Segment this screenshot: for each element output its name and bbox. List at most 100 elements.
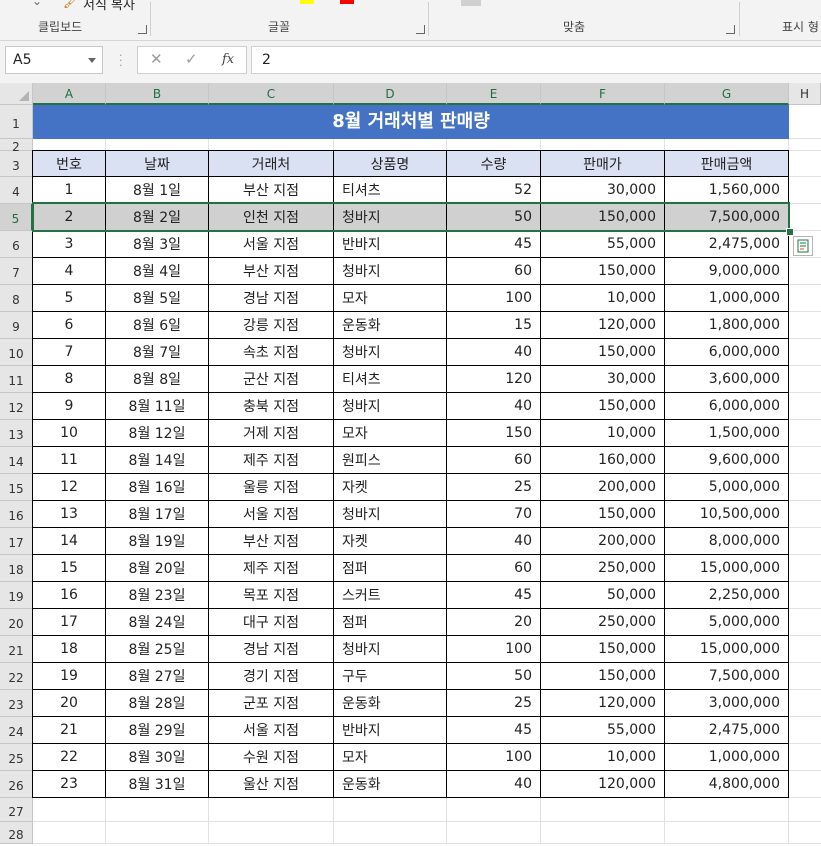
table-cell[interactable]: 부산 지점 xyxy=(208,527,334,555)
table-cell[interactable]: 60 xyxy=(446,257,541,285)
table-cell[interactable]: 16 xyxy=(32,581,106,609)
table-cell[interactable]: 150,000 xyxy=(540,500,665,528)
sheet-title[interactable]: 8월 거래처별 판매량 xyxy=(33,105,789,139)
row-header-1[interactable]: 1 xyxy=(0,105,33,139)
table-cell[interactable]: 50 xyxy=(446,662,541,690)
table-cell[interactable]: 160,000 xyxy=(540,446,665,474)
row-header-16[interactable]: 16 xyxy=(0,501,33,528)
table-cell[interactable]: 자켓 xyxy=(333,473,447,501)
table-cell[interactable]: 45 xyxy=(446,230,541,258)
table-cell[interactable]: 모자 xyxy=(333,419,447,447)
row-header-6[interactable]: 6 xyxy=(0,231,33,258)
more-icon[interactable]: · · · xyxy=(119,50,123,71)
table-cell[interactable]: 6,000,000 xyxy=(664,392,789,420)
column-header-f[interactable]: F xyxy=(541,83,665,105)
table-cell[interactable]: 250,000 xyxy=(540,554,665,582)
row-header-14[interactable]: 14 xyxy=(0,447,33,474)
table-cell[interactable]: 60 xyxy=(446,446,541,474)
table-cell[interactable]: 3 xyxy=(32,230,106,258)
table-cell[interactable]: 45 xyxy=(446,581,541,609)
table-cell[interactable]: 구두 xyxy=(333,662,447,690)
row-header-3[interactable]: 3 xyxy=(0,151,33,177)
table-cell[interactable]: 1,000,000 xyxy=(664,743,789,771)
table-cell[interactable]: 8월 11일 xyxy=(105,392,209,420)
table-cell[interactable]: 200,000 xyxy=(540,527,665,555)
table-cell[interactable]: 3,000,000 xyxy=(664,689,789,717)
clipboard-launcher-icon[interactable] xyxy=(138,25,147,34)
quick-analysis-icon[interactable] xyxy=(793,236,813,256)
table-cell[interactable]: 거제 지점 xyxy=(208,419,334,447)
table-cell[interactable]: 40 xyxy=(446,338,541,366)
row-header-23[interactable]: 23 xyxy=(0,690,33,717)
table-cell[interactable]: 울릉 지점 xyxy=(208,473,334,501)
table-cell[interactable]: 원피스 xyxy=(333,446,447,474)
table-cell[interactable]: 1 xyxy=(32,176,106,204)
name-box[interactable]: A5 xyxy=(5,46,103,74)
table-cell[interactable]: 8월 25일 xyxy=(105,635,209,663)
row-header-18[interactable]: 18 xyxy=(0,555,33,582)
table-cell[interactable]: 50 xyxy=(446,203,541,231)
row-header-10[interactable]: 10 xyxy=(0,339,33,366)
header-cell[interactable]: 날짜 xyxy=(105,150,209,177)
table-cell[interactable]: 8월 16일 xyxy=(105,473,209,501)
table-cell[interactable]: 17 xyxy=(32,608,106,636)
table-cell[interactable]: 8월 1일 xyxy=(105,176,209,204)
align-center-button[interactable] xyxy=(461,0,481,6)
table-cell[interactable]: 1,500,000 xyxy=(664,419,789,447)
table-cell[interactable]: 자켓 xyxy=(333,527,447,555)
table-cell[interactable]: 5,000,000 xyxy=(664,473,789,501)
row-header-24[interactable]: 24 xyxy=(0,717,33,744)
table-cell[interactable]: 20 xyxy=(446,608,541,636)
table-cell[interactable]: 10,000 xyxy=(540,284,665,312)
table-cell[interactable]: 10,500,000 xyxy=(664,500,789,528)
table-cell[interactable]: 13 xyxy=(32,500,106,528)
table-cell[interactable]: 군포 지점 xyxy=(208,689,334,717)
chevron-down-icon[interactable]: ⌄ xyxy=(32,0,42,8)
table-cell[interactable]: 8월 29일 xyxy=(105,716,209,744)
table-cell[interactable]: 150,000 xyxy=(540,338,665,366)
table-cell[interactable]: 8월 30일 xyxy=(105,743,209,771)
table-cell[interactable]: 150,000 xyxy=(540,635,665,663)
formula-input[interactable]: 2 xyxy=(251,46,821,74)
table-cell[interactable]: 8,000,000 xyxy=(664,527,789,555)
table-cell[interactable]: 3,600,000 xyxy=(664,365,789,393)
table-cell[interactable]: 7,500,000 xyxy=(664,662,789,690)
table-cell[interactable]: 청바지 xyxy=(333,257,447,285)
table-cell[interactable]: 120,000 xyxy=(540,311,665,339)
alignment-launcher-icon[interactable] xyxy=(726,25,735,34)
table-cell[interactable]: 30,000 xyxy=(540,176,665,204)
table-cell[interactable]: 40 xyxy=(446,527,541,555)
table-cell[interactable]: 점퍼 xyxy=(333,608,447,636)
table-cell[interactable]: 티셔츠 xyxy=(333,365,447,393)
table-cell[interactable]: 군산 지점 xyxy=(208,365,334,393)
table-cell[interactable]: 15 xyxy=(446,311,541,339)
table-cell[interactable]: 150,000 xyxy=(540,203,665,231)
table-cell[interactable]: 청바지 xyxy=(333,635,447,663)
table-cell[interactable]: 1,560,000 xyxy=(664,176,789,204)
table-cell[interactable]: 55,000 xyxy=(540,230,665,258)
table-cell[interactable]: 20 xyxy=(32,689,106,717)
row-header-20[interactable]: 20 xyxy=(0,609,33,636)
table-cell[interactable]: 150 xyxy=(446,419,541,447)
table-cell[interactable]: 150,000 xyxy=(540,392,665,420)
table-cell[interactable]: 8월 17일 xyxy=(105,500,209,528)
table-cell[interactable]: 2,475,000 xyxy=(664,716,789,744)
table-cell[interactable]: 9,000,000 xyxy=(664,257,789,285)
fill-handle[interactable] xyxy=(786,228,794,236)
table-cell[interactable]: 청바지 xyxy=(333,500,447,528)
table-cell[interactable]: 120,000 xyxy=(540,770,665,798)
table-cell[interactable]: 10,000 xyxy=(540,419,665,447)
font-color-icon[interactable] xyxy=(340,0,354,4)
table-cell[interactable]: 경남 지점 xyxy=(208,284,334,312)
table-cell[interactable]: 운동화 xyxy=(333,770,447,798)
header-cell[interactable]: 거래처 xyxy=(208,150,334,177)
table-cell[interactable]: 60 xyxy=(446,554,541,582)
table-cell[interactable]: 8월 28일 xyxy=(105,689,209,717)
table-cell[interactable]: 25 xyxy=(446,473,541,501)
table-cell[interactable]: 10,000 xyxy=(540,743,665,771)
table-cell[interactable]: 7 xyxy=(32,338,106,366)
table-cell[interactable]: 속초 지점 xyxy=(208,338,334,366)
row-header-5[interactable]: 5 xyxy=(0,204,33,231)
table-cell[interactable]: 12 xyxy=(32,473,106,501)
table-cell[interactable]: 150,000 xyxy=(540,662,665,690)
